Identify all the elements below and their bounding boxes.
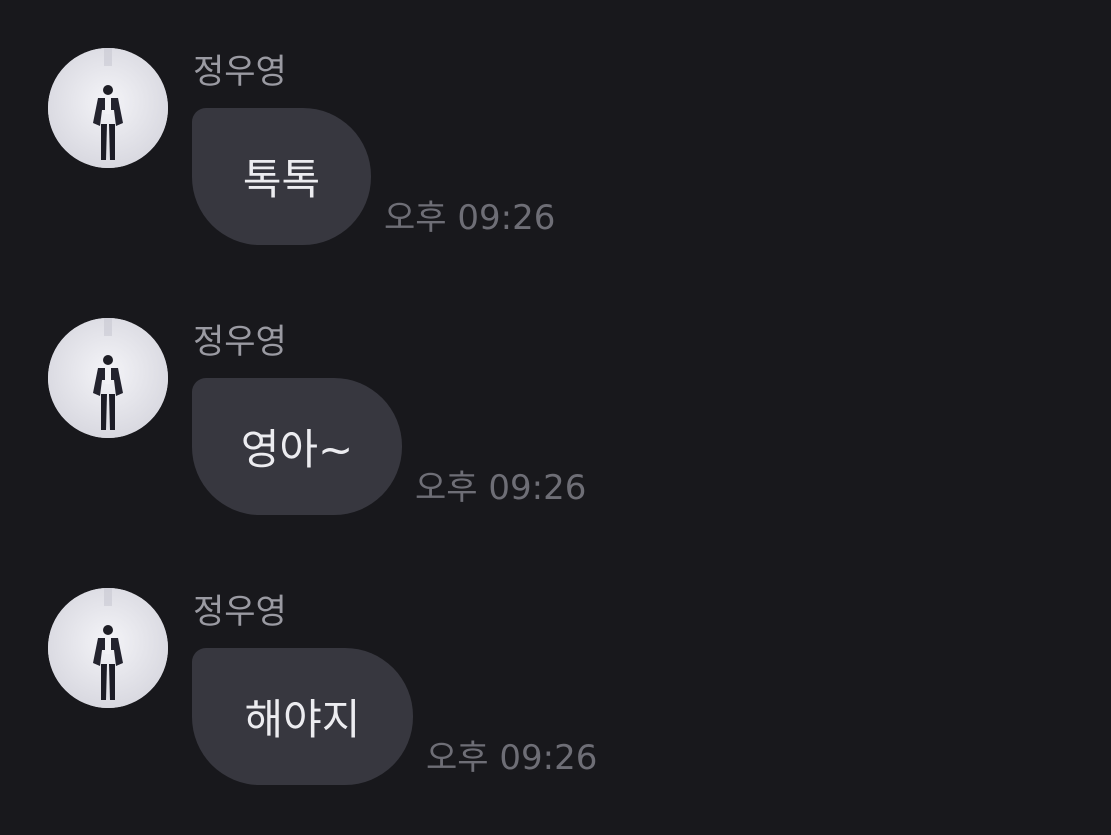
message-row: 정우영 영아~ 오후 09:26 xyxy=(0,270,1111,515)
message-time: 오후 09:26 xyxy=(415,468,587,508)
sender-name: 정우영 xyxy=(193,592,287,632)
message-text: 영아~ xyxy=(240,425,354,474)
message-bubble[interactable]: 톡톡 xyxy=(192,108,371,245)
avatar[interactable] xyxy=(48,318,168,438)
chat-view[interactable]: 정우영 톡톡 오후 09:26 정우영 영아~ 오후 09:26 정우영 해야지… xyxy=(0,0,1111,835)
avatar-photo xyxy=(48,318,168,438)
message-row: 정우영 톡톡 오후 09:26 xyxy=(0,0,1111,245)
avatar[interactable] xyxy=(48,588,168,708)
message-bubble[interactable]: 영아~ xyxy=(192,378,402,515)
sender-name: 정우영 xyxy=(193,322,287,362)
avatar[interactable] xyxy=(48,48,168,168)
avatar-photo xyxy=(48,48,168,168)
message-bubble[interactable]: 해야지 xyxy=(192,648,413,785)
message-row: 정우영 해야지 오후 09:26 xyxy=(0,540,1111,785)
message-text: 해야지 xyxy=(244,695,361,744)
sender-name: 정우영 xyxy=(193,52,287,92)
avatar-photo xyxy=(48,588,168,708)
message-time: 오후 09:26 xyxy=(426,738,598,778)
message-text: 톡톡 xyxy=(242,155,321,204)
message-time: 오후 09:26 xyxy=(384,198,556,238)
